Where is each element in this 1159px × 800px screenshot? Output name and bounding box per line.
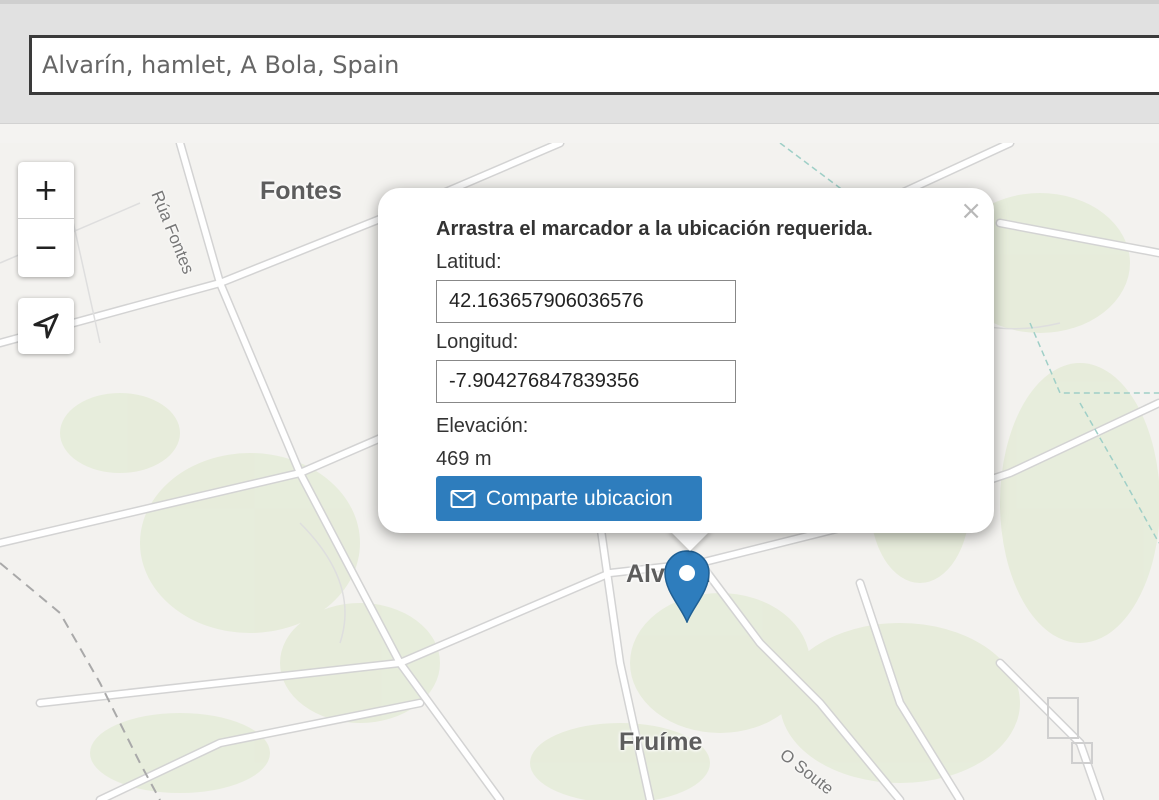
search-bar <box>0 0 1159 124</box>
zoom-control: + − <box>18 162 74 277</box>
elevation-value: 469 m <box>436 448 492 470</box>
latitude-label: Latitud: <box>436 251 502 273</box>
locate-button[interactable] <box>18 298 74 354</box>
longitude-label: Longitud: <box>436 331 519 353</box>
popup-content: Arrastra el marcador a la ubicación requ… <box>436 218 976 471</box>
map-pin-icon <box>664 550 710 625</box>
zoom-out-button[interactable]: − <box>18 219 74 276</box>
elevation-label: Elevación: <box>436 415 529 437</box>
place-label-fontes: Fontes <box>260 177 342 205</box>
zoom-in-button[interactable]: + <box>18 162 74 219</box>
share-location-button[interactable]: Comparte ubicacion <box>436 476 702 521</box>
location-marker[interactable] <box>663 549 711 625</box>
place-label-fruime: Fruíme <box>619 728 703 756</box>
share-location-label: Comparte ubicacion <box>486 486 673 510</box>
longitude-input[interactable] <box>436 360 736 403</box>
envelope-icon <box>450 489 476 509</box>
search-input[interactable] <box>29 35 1159 95</box>
location-popup: × Arrastra el marcador a la ubicación re… <box>378 188 994 533</box>
navigation-arrow-icon <box>33 313 59 339</box>
popup-title: Arrastra el marcador a la ubicación requ… <box>436 218 873 240</box>
latitude-input[interactable] <box>436 280 736 323</box>
